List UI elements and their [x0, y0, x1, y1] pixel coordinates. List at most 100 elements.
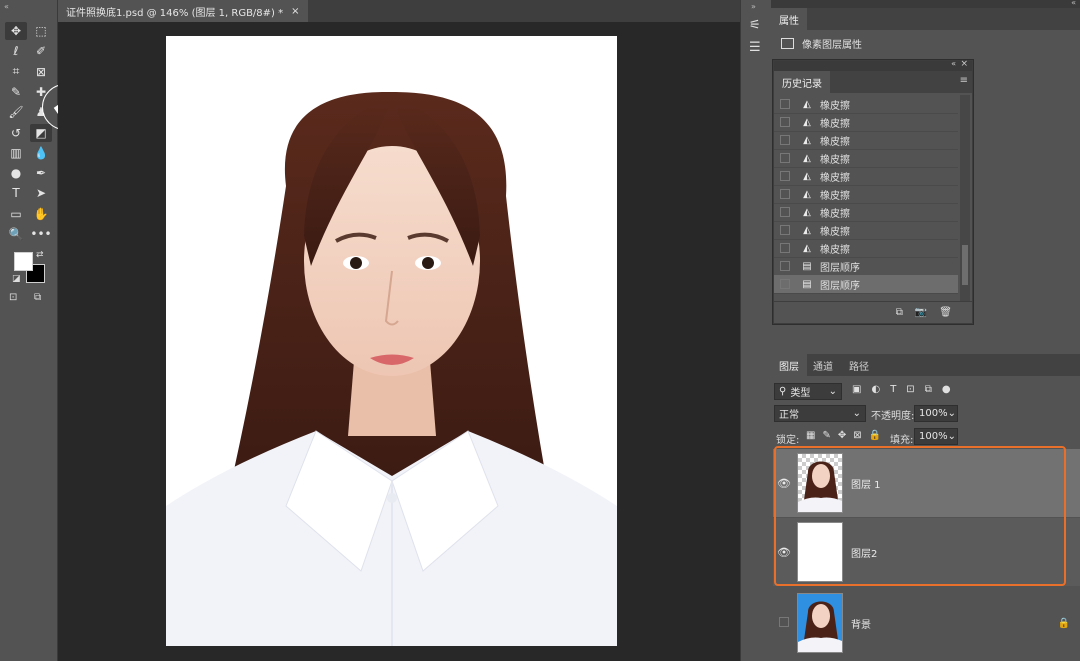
snapshot-source-checkbox[interactable] [780, 153, 790, 163]
frame-tool[interactable]: ⊠ [30, 63, 52, 81]
history-footer: ⧉ 📷 🗑 [774, 301, 972, 323]
toolbar-collapse-grip[interactable]: « [4, 2, 9, 11]
history-item[interactable]: ◭ 橡皮擦 [774, 203, 958, 222]
history-item[interactable]: ◭ 橡皮擦 [774, 113, 958, 132]
close-icon[interactable]: × [291, 6, 299, 17]
blur-tool[interactable]: 💧 [30, 144, 52, 162]
dock-header: « [771, 0, 1080, 8]
collapse-icon[interactable]: « [951, 59, 956, 68]
snapshot-source-checkbox[interactable] [780, 207, 790, 217]
history-item[interactable]: ▤ 图层顺序 [774, 275, 958, 294]
snapshot-source-checkbox[interactable] [780, 243, 790, 253]
lasso-tool[interactable]: ℓ [5, 42, 27, 60]
opacity-field[interactable]: 100% ⌄ [914, 405, 958, 422]
snapshot-source-checkbox[interactable] [780, 261, 790, 271]
eyedropper-tool[interactable]: ✎ [5, 83, 27, 101]
eraser-icon: ◭ [803, 224, 811, 236]
history-item[interactable]: ▤ 图层顺序 [774, 257, 958, 276]
layer-thumbnail [797, 593, 843, 653]
more-tools[interactable]: ••• [30, 225, 52, 243]
quick-mask-icon[interactable]: ⊡ [9, 292, 17, 303]
tab-history[interactable]: 历史记录 [774, 71, 830, 93]
camera-icon[interactable]: 📷 [915, 307, 927, 318]
pen-tool[interactable]: ✒ [30, 164, 52, 182]
crop-tool[interactable]: ⌗ [5, 63, 27, 81]
panel-icon-column: » ⚟ ☰ [740, 0, 771, 661]
adjustments-icon[interactable]: ☰ [749, 40, 761, 55]
collapse-icon[interactable]: » [751, 2, 756, 11]
visibility-toggle[interactable] [773, 616, 795, 630]
history-panel-titlebar[interactable]: « × [774, 59, 972, 71]
marquee-tool[interactable]: ⬚ [30, 22, 52, 40]
type-tool[interactable]: T [5, 184, 27, 202]
snapshot-source-checkbox[interactable] [780, 99, 790, 109]
tab-paths[interactable]: 路径 [841, 354, 877, 376]
scrollbar-thumb[interactable] [962, 245, 968, 285]
pixel-filter-icon[interactable]: ▣ [852, 384, 861, 395]
history-item-label: 橡皮擦 [820, 118, 850, 130]
history-scrollbar[interactable] [960, 95, 970, 301]
screen-mode-icon[interactable]: ⧉ [34, 292, 41, 303]
eraser-icon: ◭ [803, 98, 811, 110]
brush-tool[interactable]: 🖌 [5, 103, 27, 121]
type-filter-icon[interactable]: T [890, 384, 896, 395]
snapshot-source-checkbox[interactable] [780, 279, 790, 289]
path-select-tool[interactable]: ➤ [30, 184, 52, 202]
lock-icon: 🔒 [1057, 617, 1070, 629]
swap-colors-icon[interactable]: ⇄ [36, 250, 44, 260]
snapshot-source-checkbox[interactable] [780, 135, 790, 145]
filter-toggle-icon[interactable]: ● [942, 384, 951, 395]
layer-name[interactable]: 背景 [851, 616, 871, 631]
lock-position-icon[interactable]: ✥ [838, 430, 846, 441]
snapshot-source-checkbox[interactable] [780, 225, 790, 235]
history-item-label: 橡皮擦 [820, 154, 850, 166]
history-item[interactable]: ◭ 橡皮擦 [774, 95, 958, 114]
layer-row-background[interactable]: 背景 🔒 [773, 589, 1080, 657]
history-item-label: 橡皮擦 [820, 136, 850, 148]
new-document-icon[interactable]: ⧉ [896, 307, 903, 318]
hand-tool[interactable]: ✋ [30, 205, 52, 223]
brush-settings-icon[interactable]: ⚟ [749, 18, 761, 33]
lock-all-icon[interactable]: 🔒 [869, 430, 881, 441]
eraser-icon: ◭ [803, 170, 811, 182]
document-tab[interactable]: 证件照换底1.psd @ 146% (图层 1, RGB/8#) * × [58, 0, 308, 22]
tab-layers[interactable]: 图层 [771, 354, 807, 376]
snapshot-source-checkbox[interactable] [780, 171, 790, 181]
history-item[interactable]: ◭ 橡皮擦 [774, 131, 958, 150]
history-item[interactable]: ◭ 橡皮擦 [774, 239, 958, 258]
shape-filter-icon[interactable]: ⊡ [906, 384, 914, 395]
adjustment-filter-icon[interactable]: ◐ [871, 384, 880, 395]
layer-filter-select[interactable]: ⚲ 类型 ⌄ [774, 383, 842, 400]
zoom-tool[interactable]: 🔍 [5, 225, 27, 243]
foreground-color-swatch[interactable] [14, 252, 33, 271]
snapshot-source-checkbox[interactable] [780, 117, 790, 127]
lock-transparency-icon[interactable]: ▦ [806, 430, 815, 441]
gradient-tool[interactable]: ▥ [5, 144, 27, 162]
tab-channels[interactable]: 通道 [805, 354, 841, 376]
dodge-tool[interactable]: ● [5, 164, 27, 182]
lock-artboard-icon[interactable]: ⊠ [853, 430, 861, 441]
dock-menu-icon[interactable]: « [1071, 0, 1076, 7]
history-item[interactable]: ◭ 橡皮擦 [774, 167, 958, 186]
default-colors-icon[interactable]: ◪ [12, 274, 21, 284]
history-brush-tool[interactable]: ↺ [5, 124, 27, 142]
fill-label: 填充: [890, 435, 914, 446]
blend-mode-select[interactable]: 正常 ⌄ [774, 405, 866, 422]
history-item[interactable]: ◭ 橡皮擦 [774, 149, 958, 168]
eraser-icon: ◭ [803, 242, 811, 254]
history-item[interactable]: ◭ 橡皮擦 [774, 221, 958, 240]
panel-menu-icon[interactable]: ≡ [960, 75, 968, 86]
close-icon[interactable]: × [960, 59, 968, 69]
quick-select-tool[interactable]: ✐ [30, 42, 52, 60]
smart-object-filter-icon[interactable]: ⧉ [925, 384, 932, 395]
portrait-photo[interactable] [166, 36, 617, 646]
history-item-label: 橡皮擦 [820, 208, 850, 220]
history-item[interactable]: ◭ 橡皮擦 [774, 185, 958, 204]
lock-pixels-icon[interactable]: ✎ [822, 430, 830, 441]
rectangle-tool[interactable]: ▭ [5, 205, 27, 223]
snapshot-source-checkbox[interactable] [780, 189, 790, 199]
fill-field[interactable]: 100% ⌄ [914, 428, 958, 445]
trash-icon[interactable]: 🗑 [939, 307, 952, 318]
tab-properties[interactable]: 属性 [771, 8, 807, 30]
move-tool[interactable]: ✥ [5, 22, 27, 40]
